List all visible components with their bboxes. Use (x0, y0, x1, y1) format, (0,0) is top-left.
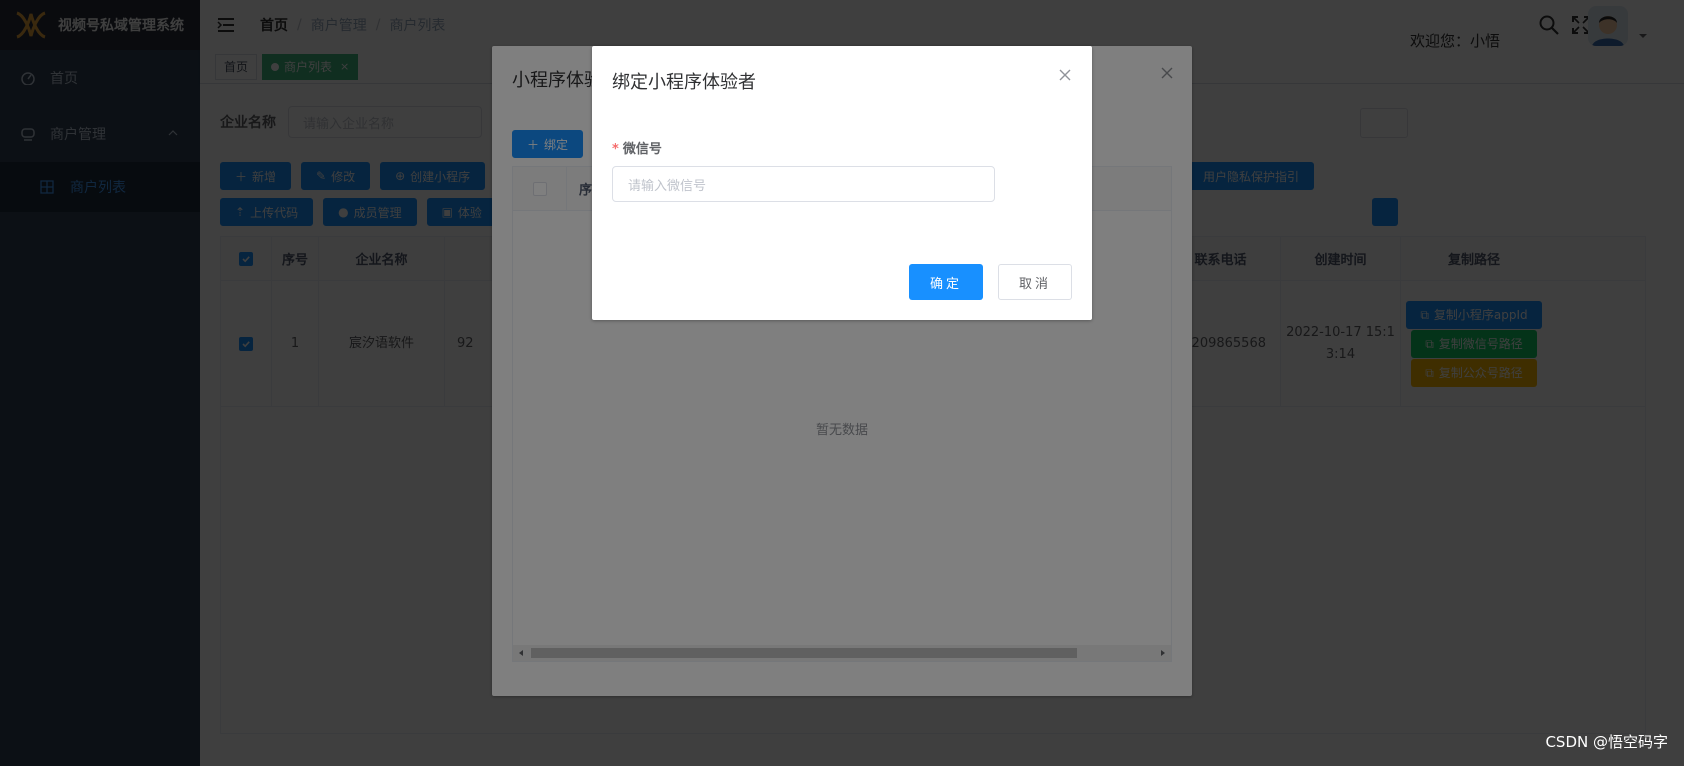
watermark: CSDN @悟空码字 (1545, 733, 1668, 751)
wechat-id-placeholder: 请输入微信号 (628, 178, 707, 194)
close-icon[interactable] (1058, 68, 1072, 82)
wechat-id-input[interactable]: 请输入微信号 (612, 166, 995, 202)
bind-dialog-title: 绑定小程序体验者 (612, 72, 756, 93)
cancel-button[interactable]: 取消 (998, 264, 1072, 300)
wechat-id-label-text: 微信号 (622, 142, 662, 157)
confirm-button[interactable]: 确定 (909, 264, 983, 300)
wechat-id-label: * 微信号 (612, 138, 662, 157)
bind-experiencer-dialog: 绑定小程序体验者 * 微信号 请输入微信号 确定 取消 (592, 46, 1092, 320)
required-mark: * (612, 142, 619, 157)
